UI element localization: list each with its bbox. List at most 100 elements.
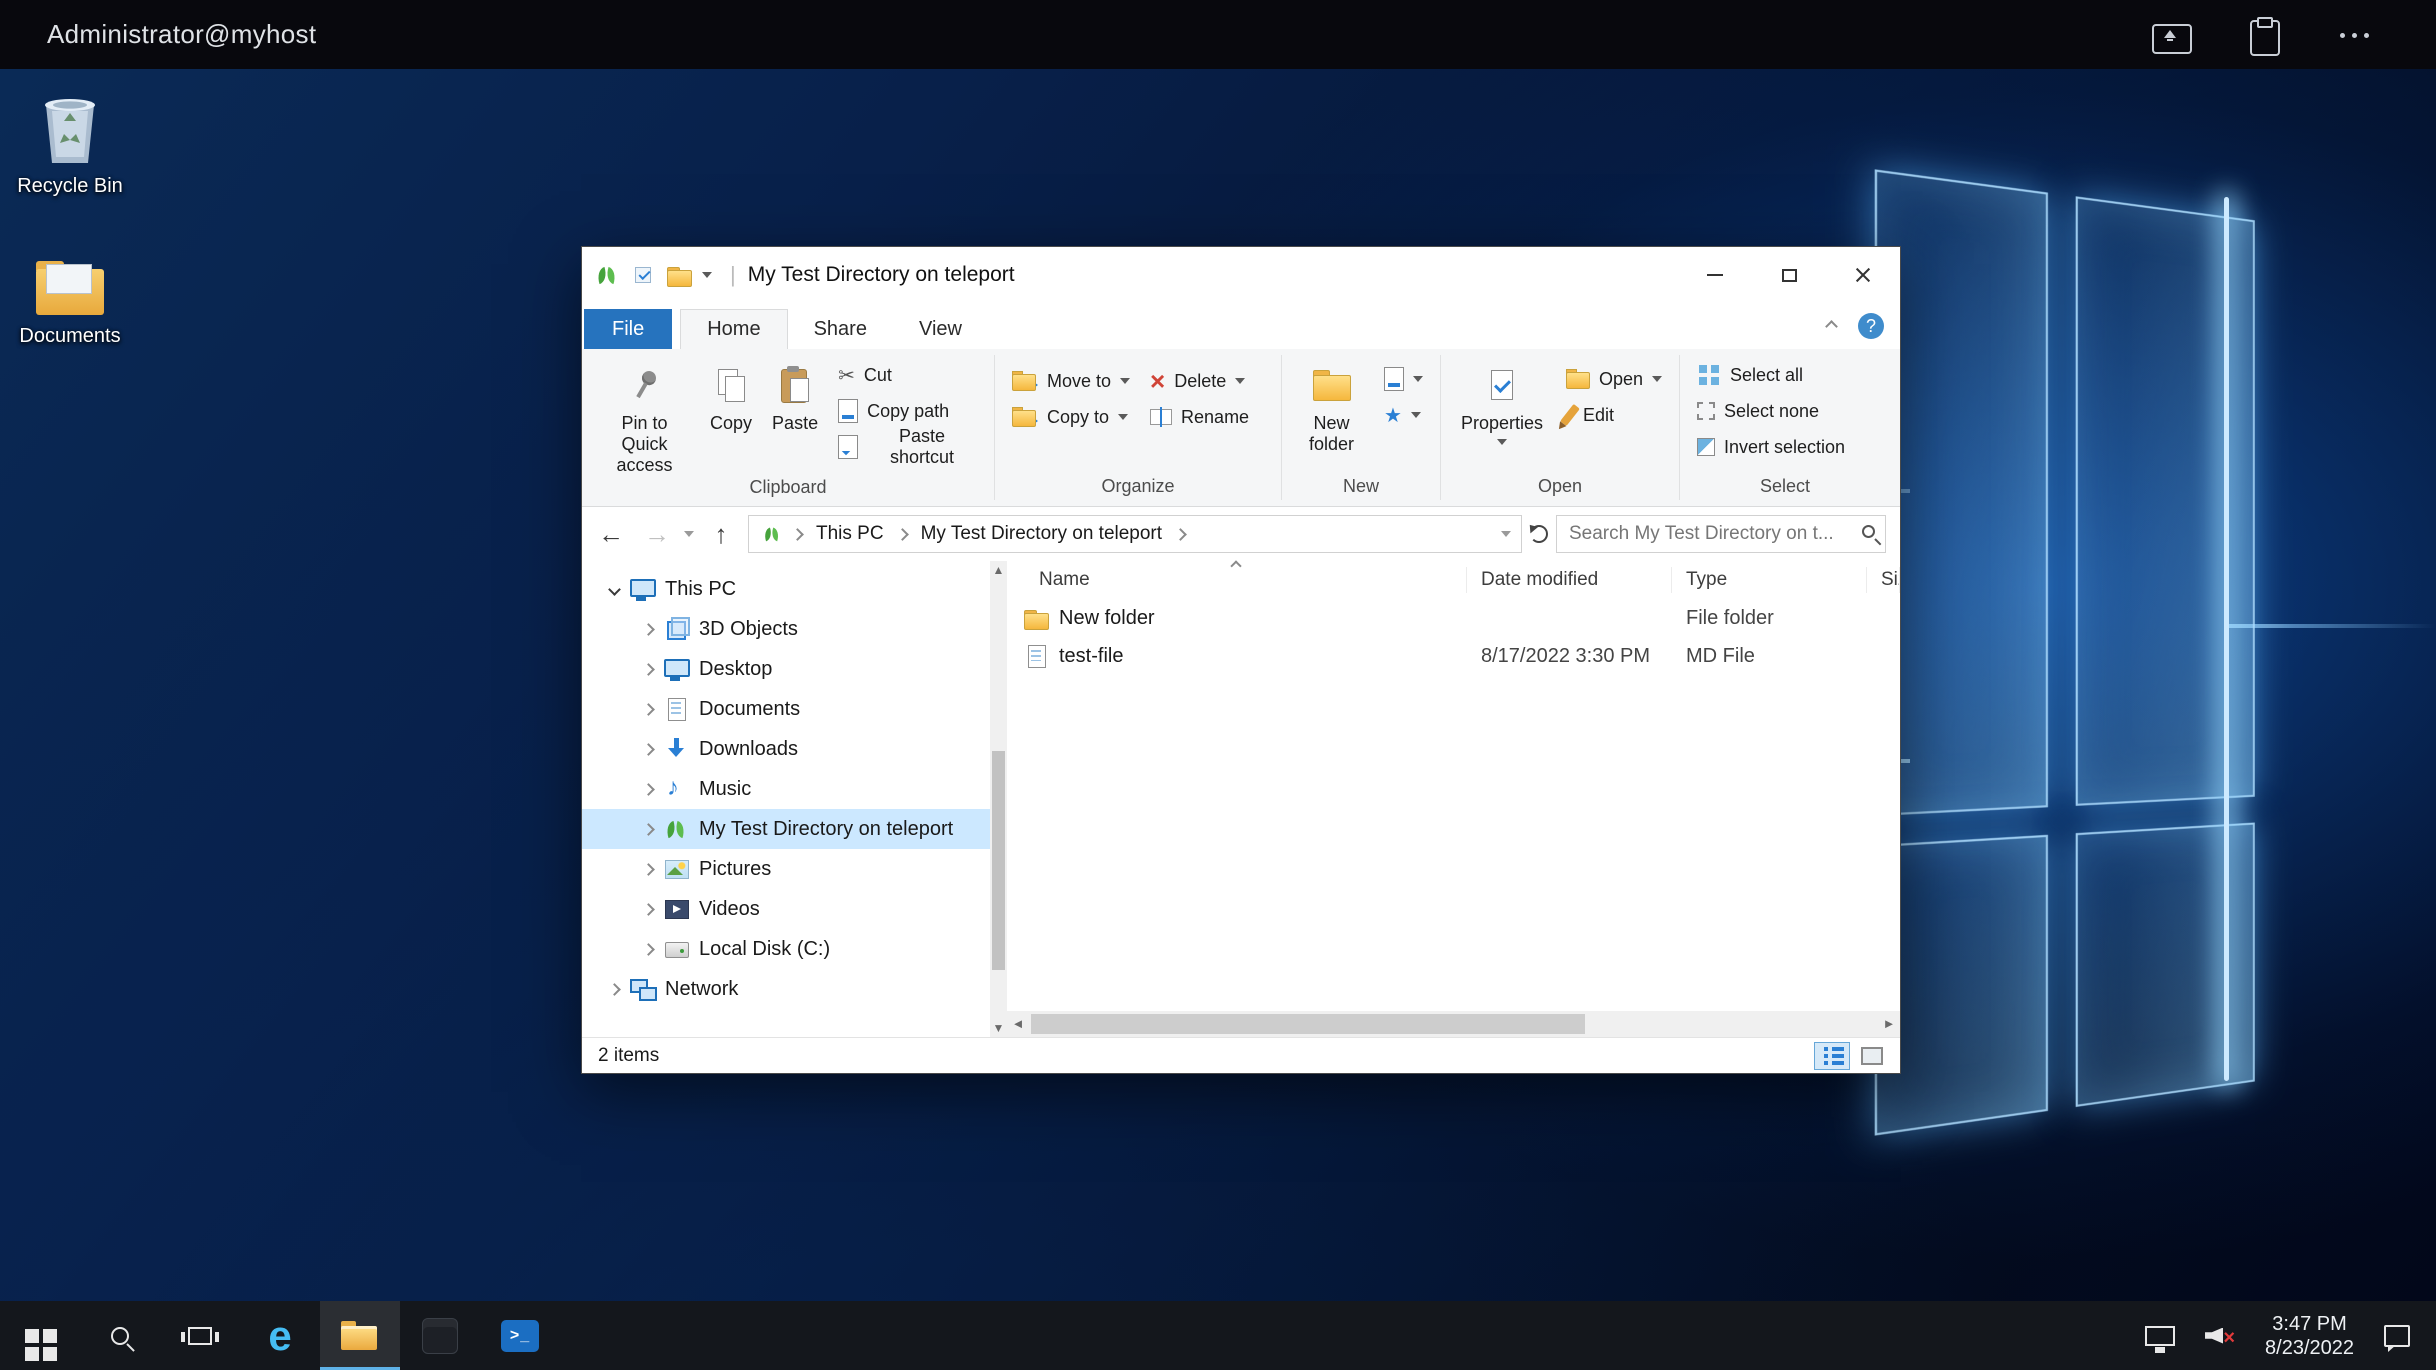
cut-button[interactable]: ✂ Cut xyxy=(829,357,986,393)
chevron-right-icon[interactable] xyxy=(642,743,655,756)
dark-app-button[interactable] xyxy=(400,1301,480,1370)
pin-to-quick-access-button[interactable]: Pin to Quick access xyxy=(590,357,699,477)
more-options-icon[interactable] xyxy=(2336,18,2376,52)
paste-shortcut-button[interactable]: Paste shortcut xyxy=(829,429,986,465)
open-button[interactable]: Open xyxy=(1557,361,1671,397)
back-button[interactable]: ← xyxy=(592,519,630,550)
chevron-right-icon[interactable] xyxy=(642,943,655,956)
up-button[interactable]: ↑ xyxy=(702,519,740,550)
breadcrumb-chevron-icon[interactable] xyxy=(1174,528,1187,541)
history-chevron-icon[interactable] xyxy=(684,531,694,537)
internet-explorer-button[interactable]: e xyxy=(240,1301,320,1370)
tree-item-videos[interactable]: Videos xyxy=(582,889,1007,929)
start-button[interactable] xyxy=(0,1301,80,1370)
collapse-ribbon-icon[interactable] xyxy=(1825,320,1838,333)
tree-item-desktop[interactable]: Desktop xyxy=(582,649,1007,689)
taskbar-clock[interactable]: 3:47 PM 8/23/2022 xyxy=(2265,1312,2354,1360)
horizontal-scrollbar-thumb[interactable] xyxy=(1031,1014,1585,1034)
properties-button[interactable]: Properties xyxy=(1449,357,1555,446)
powershell-button[interactable]: >_ xyxy=(480,1301,560,1370)
tree-item-documents[interactable]: Documents xyxy=(582,689,1007,729)
share-folder-icon[interactable] xyxy=(2152,18,2192,52)
tree-item-pictures[interactable]: Pictures xyxy=(582,849,1007,889)
scroll-up-icon[interactable]: ▲ xyxy=(990,561,1007,579)
file-row-test-file[interactable]: test-file 8/17/2022 3:30 PM MD File xyxy=(1007,637,1900,675)
copy-button[interactable]: Copy xyxy=(701,357,761,435)
scroll-down-icon[interactable]: ▼ xyxy=(990,1019,1007,1037)
large-icons-view-button[interactable] xyxy=(1854,1042,1890,1070)
tree-item-local-disk-c[interactable]: Local Disk (C:) xyxy=(582,929,1007,969)
clipboard-icon[interactable] xyxy=(2244,18,2284,52)
rename-button[interactable]: Rename xyxy=(1141,399,1258,435)
new-folder-qat-icon[interactable] xyxy=(666,262,690,288)
horizontal-scrollbar[interactable]: ◄ ► xyxy=(1007,1011,1900,1037)
breadcrumb-chevron-icon[interactable] xyxy=(896,528,909,541)
forward-button[interactable]: → xyxy=(638,519,676,550)
tab-view[interactable]: View xyxy=(893,309,988,349)
tree-scrollbar[interactable]: ▲ ▼ xyxy=(990,561,1007,1037)
new-item-button[interactable] xyxy=(1375,361,1432,397)
scroll-left-icon[interactable]: ◄ xyxy=(1007,1011,1029,1037)
chevron-right-icon[interactable] xyxy=(642,783,655,796)
column-header-size[interactable]: Size xyxy=(1867,567,1900,593)
help-icon[interactable]: ? xyxy=(1858,313,1884,339)
file-list[interactable]: New folder File folder test-file 8/17/20… xyxy=(1007,599,1900,1011)
scroll-right-icon[interactable]: ► xyxy=(1878,1011,1900,1037)
tree-scrollbar-thumb[interactable] xyxy=(992,751,1005,970)
tree-item-this-pc[interactable]: This PC xyxy=(582,569,1007,609)
chevron-right-icon[interactable] xyxy=(642,903,655,916)
edit-button[interactable]: Edit xyxy=(1557,397,1671,433)
chevron-right-icon[interactable] xyxy=(642,823,655,836)
chevron-right-icon[interactable] xyxy=(608,983,621,996)
tab-home[interactable]: Home xyxy=(680,309,787,349)
details-view-button[interactable] xyxy=(1814,1042,1850,1070)
chevron-right-icon[interactable] xyxy=(642,663,655,676)
easy-access-button[interactable]: ★ xyxy=(1375,397,1432,433)
tab-share[interactable]: Share xyxy=(788,309,893,349)
chevron-expanded-icon[interactable] xyxy=(608,583,621,596)
tree-item-music[interactable]: Music xyxy=(582,769,1007,809)
tree-item-3d-objects[interactable]: 3D Objects xyxy=(582,609,1007,649)
tree-item-downloads[interactable]: Downloads xyxy=(582,729,1007,769)
column-header-type[interactable]: Type xyxy=(1672,567,1867,593)
close-button[interactable] xyxy=(1826,247,1900,303)
tab-file[interactable]: File xyxy=(584,309,672,349)
refresh-icon[interactable] xyxy=(1530,525,1548,543)
taskbar-search-button[interactable] xyxy=(80,1301,160,1370)
file-explorer-button[interactable] xyxy=(320,1301,400,1370)
column-header-name[interactable]: Name xyxy=(1007,567,1467,593)
breadcrumb-current-folder[interactable]: My Test Directory on teleport xyxy=(915,523,1168,545)
qat-customize-chevron-icon[interactable] xyxy=(702,272,712,278)
tree-item-my-test-directory[interactable]: My Test Directory on teleport xyxy=(582,809,1007,849)
copy-to-button[interactable]: Copy to xyxy=(1003,399,1139,435)
desktop-icon-recycle-bin[interactable]: Recycle Bin xyxy=(0,87,140,198)
tree-item-network[interactable]: Network xyxy=(582,969,1007,1009)
minimize-button[interactable] xyxy=(1678,247,1752,303)
task-view-button[interactable] xyxy=(160,1301,240,1370)
column-header-date-modified[interactable]: Date modified xyxy=(1467,567,1672,593)
invert-selection-button[interactable]: Invert selection xyxy=(1688,429,1854,465)
action-center-icon[interactable] xyxy=(2384,1325,2410,1347)
chevron-right-icon[interactable] xyxy=(642,703,655,716)
breadcrumb-this-pc[interactable]: This PC xyxy=(810,523,890,545)
address-dropdown-icon[interactable] xyxy=(1501,531,1511,537)
copy-path-button[interactable]: Copy path xyxy=(829,393,986,429)
select-none-button[interactable]: Select none xyxy=(1688,393,1828,429)
breadcrumb-chevron-icon[interactable] xyxy=(791,528,804,541)
paste-button[interactable]: Paste xyxy=(763,357,827,435)
breadcrumb[interactable]: This PC My Test Directory on teleport xyxy=(748,515,1522,553)
window-titlebar[interactable]: | My Test Directory on teleport xyxy=(582,247,1900,303)
new-folder-button[interactable]: New folder xyxy=(1290,357,1373,456)
select-all-button[interactable]: Select all xyxy=(1688,357,1812,393)
properties-qat-icon[interactable] xyxy=(632,264,654,286)
remote-display-icon[interactable] xyxy=(2145,1326,2175,1346)
search-input[interactable] xyxy=(1557,516,1885,552)
file-row-new-folder[interactable]: New folder File folder xyxy=(1007,599,1900,637)
delete-button[interactable]: × Delete xyxy=(1141,363,1258,399)
maximize-button[interactable] xyxy=(1752,247,1826,303)
desktop-icon-documents[interactable]: Documents xyxy=(0,261,140,348)
chevron-right-icon[interactable] xyxy=(642,863,655,876)
search-icon[interactable] xyxy=(1862,525,1875,538)
volume-muted-icon[interactable] xyxy=(2205,1324,2235,1348)
chevron-right-icon[interactable] xyxy=(642,623,655,636)
